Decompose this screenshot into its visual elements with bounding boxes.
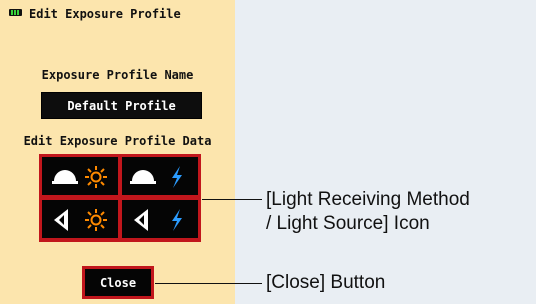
- profile-name-button[interactable]: Default Profile: [41, 92, 202, 119]
- light-receiving-method-cell-3[interactable]: [42, 200, 118, 238]
- flat-flash-icon: [134, 209, 182, 231]
- icon-callout-line: [202, 199, 262, 200]
- profile-name-label: Exposure Profile Name: [41, 68, 194, 82]
- device-screen: Edit Exposure Profile Exposure Profile N…: [0, 0, 235, 304]
- page-title: Edit Exposure Profile: [29, 7, 181, 21]
- flat-sunlight-icon: [54, 209, 107, 231]
- light-receiving-method-cell-2[interactable]: [122, 157, 198, 195]
- light-receiving-method-cell-4[interactable]: [122, 200, 198, 238]
- profile-data-grid: [39, 154, 201, 242]
- close-callout-label: [Close] Button: [266, 272, 386, 293]
- close-button-label: Close: [85, 269, 151, 296]
- dome-flash-icon: [130, 166, 182, 188]
- close-callout-line: [155, 283, 262, 284]
- battery-icon: [9, 9, 22, 16]
- close-button[interactable]: Close: [82, 266, 154, 299]
- dome-sunlight-icon: [52, 166, 107, 188]
- icon-callout-line1: [Light Receiving Method: [266, 189, 470, 210]
- light-receiving-method-cell-1[interactable]: [42, 157, 118, 195]
- profile-data-label: Edit Exposure Profile Data: [23, 134, 212, 148]
- icon-callout-line2: / Light Source] Icon: [266, 213, 430, 234]
